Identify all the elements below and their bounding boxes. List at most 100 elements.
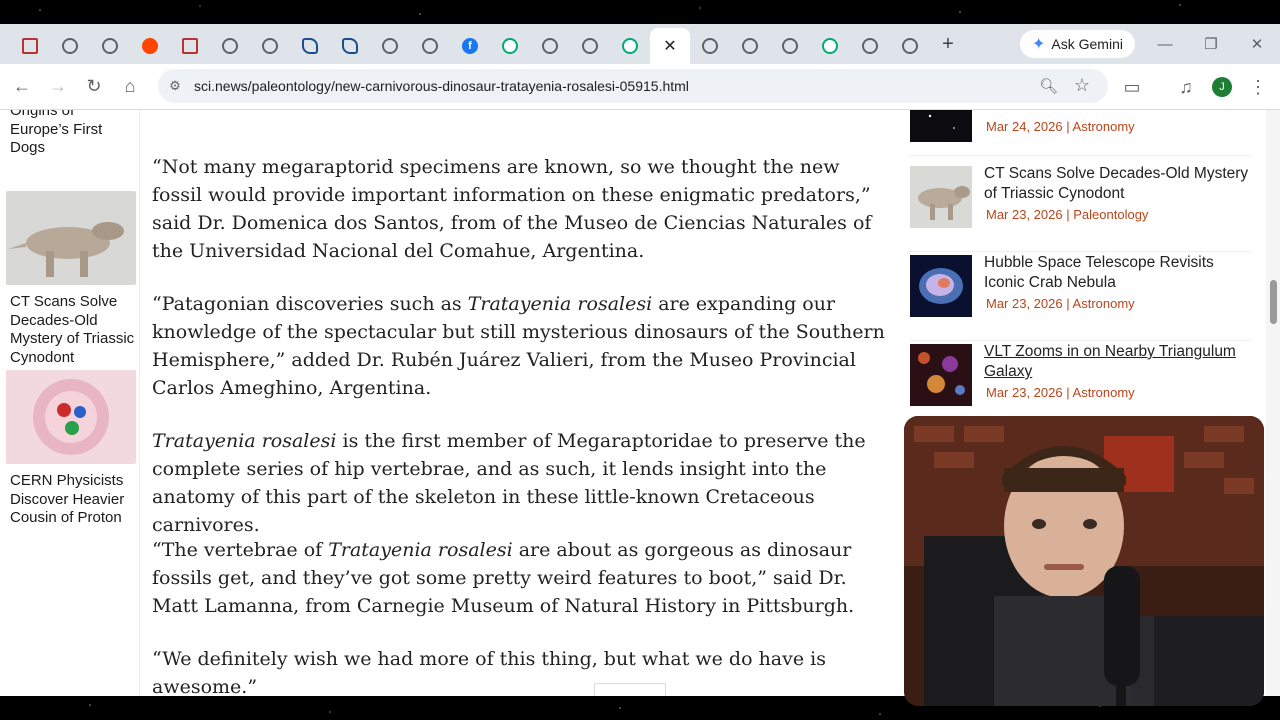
scinews-icon [22,38,38,54]
related-story[interactable]: CT Scans Solve Decades-Old Mystery of Tr… [6,191,136,368]
tab-active[interactable]: ✕ [650,28,690,64]
tab[interactable] [370,30,410,62]
species-name: Tratayenia rosalesi [328,539,513,561]
zoom-icon[interactable]: 🔍︎ [1039,77,1058,95]
tab[interactable] [810,30,850,62]
tab[interactable] [290,30,330,62]
sidebar-story[interactable]: Hubble Space Telescope Revisits Iconic C… [910,253,1250,341]
tab-search-icon[interactable]: ▭ [1114,69,1150,105]
story-category[interactable]: Astronomy [1073,296,1135,311]
article-paragraph: Tratayenia rosalesi is the first member … [152,427,892,539]
species-name: Tratayenia rosalesi [152,430,337,452]
site-info-icon[interactable]: ⚙ [166,77,184,95]
avatar: J [1212,77,1232,97]
close-window-button[interactable]: ✕ [1234,24,1280,64]
meta-separator: | [1066,385,1070,400]
globe-icon [422,38,438,54]
tab[interactable] [770,30,810,62]
paragraph-text: “Patagonian discoveries such as [152,293,468,315]
tab[interactable] [90,30,130,62]
new-tab-button[interactable]: + [934,30,962,58]
story-date: Mar 23, 2026 [986,296,1063,311]
sidebar-story[interactable]: Mar 24, 2026 | Astronomy [910,110,1250,156]
globe-icon [702,38,718,54]
meta-separator: | [1066,119,1070,134]
toolbar: ← → ↻ ⌂ ⚙ sci.news/paleontology/new-carn… [0,64,1280,110]
related-story-title[interactable]: CT Scans Solve Decades-Old Mystery of Tr… [10,293,136,368]
minimize-button[interactable]: — [1142,24,1188,64]
left-sidebar: Origins of Europe’s First Dogs CT Scans … [0,110,140,696]
story-title[interactable]: VLT Zooms in on Nearby Triangulum Galaxy [984,342,1254,382]
wikipedia-icon [502,38,518,54]
home-button[interactable]: ⌂ [112,69,148,105]
tab[interactable] [610,30,650,62]
reload-button[interactable]: ↻ [76,69,112,105]
related-story-title[interactable]: CERN Physicists Discover Heavier Cousin … [10,472,136,528]
tab[interactable] [850,30,890,62]
story-category[interactable]: Astronomy [1073,385,1135,400]
globe-icon [782,38,798,54]
tab[interactable] [530,30,570,62]
globe-icon [582,38,598,54]
scroll-to-top-button[interactable]: ︿ [594,683,666,696]
tab[interactable]: f [450,30,490,62]
url-text[interactable]: sci.news/paleontology/new-carnivorous-di… [194,78,689,94]
media-controls-icon[interactable]: ♫ [1168,69,1204,105]
tab[interactable] [730,30,770,62]
tab[interactable] [250,30,290,62]
forward-button[interactable]: → [40,69,76,105]
chevron-up-icon: ︿ [620,688,640,696]
restore-button[interactable]: ❐ [1188,24,1234,64]
bookmark-star-icon[interactable]: ☆ [1074,75,1090,96]
tab[interactable] [10,30,50,62]
ask-gemini-button[interactable]: ✦ Ask Gemini [1020,30,1135,58]
proton-thumbnail[interactable] [6,370,136,464]
tab[interactable] [890,30,930,62]
twitter-icon [302,38,318,54]
tab[interactable] [130,30,170,62]
address-bar[interactable]: ⚙ sci.news/paleontology/new-carnivorous-… [158,69,1108,103]
story-meta: Mar 23, 2026 | Astronomy [986,385,1135,400]
globe-icon [222,38,238,54]
menu-icon[interactable]: ⋮ [1240,69,1276,105]
meta-separator: | [1066,207,1070,222]
globe-icon [862,38,878,54]
wikipedia-icon [822,38,838,54]
dinosaur-thumbnail[interactable] [6,191,136,285]
meta-separator: | [1066,296,1070,311]
related-story-title[interactable]: Origins of Europe’s First Dogs [10,110,136,158]
crab-nebula-thumbnail[interactable] [910,255,972,317]
story-category[interactable]: Paleontology [1073,207,1148,222]
profile-button[interactable]: J [1204,69,1240,105]
globe-icon [382,38,398,54]
story-date: Mar 24, 2026 [986,119,1063,134]
story-title[interactable]: CT Scans Solve Decades-Old Mystery of Tr… [984,164,1254,204]
cynodont-thumbnail[interactable] [910,166,972,228]
article-paragraph: “We definitely wish we had more of this … [152,648,826,696]
globe-icon [742,38,758,54]
tab[interactable] [690,30,730,62]
tab[interactable] [50,30,90,62]
tab[interactable] [410,30,450,62]
tab[interactable] [210,30,250,62]
story-title[interactable]: Hubble Space Telescope Revisits Iconic C… [984,253,1254,293]
story-category[interactable]: Astronomy [1073,119,1135,134]
galaxy-thumbnail[interactable] [910,344,972,406]
back-button[interactable]: ← [4,69,40,105]
related-story[interactable]: Origins of Europe’s First Dogs [6,110,136,158]
tab[interactable] [570,30,610,62]
story-meta: Mar 24, 2026 | Astronomy [986,119,1135,134]
tab[interactable] [170,30,210,62]
story-date: Mar 23, 2026 [986,207,1063,222]
related-story[interactable]: CERN Physicists Discover Heavier Cousin … [6,370,136,528]
scrollbar-thumb[interactable] [1270,280,1277,324]
space-thumbnail[interactable] [910,110,972,142]
tab[interactable] [330,30,370,62]
article-paragraph: “The vertebrae of Tratayenia rosalesi ar… [152,536,892,620]
tab[interactable] [490,30,530,62]
ask-gemini-label: Ask Gemini [1051,36,1123,52]
wikipedia-icon [622,38,638,54]
close-icon[interactable]: ✕ [663,36,676,56]
page-scrollbar[interactable] [1266,110,1280,696]
sidebar-story[interactable]: CT Scans Solve Decades-Old Mystery of Tr… [910,164,1250,252]
